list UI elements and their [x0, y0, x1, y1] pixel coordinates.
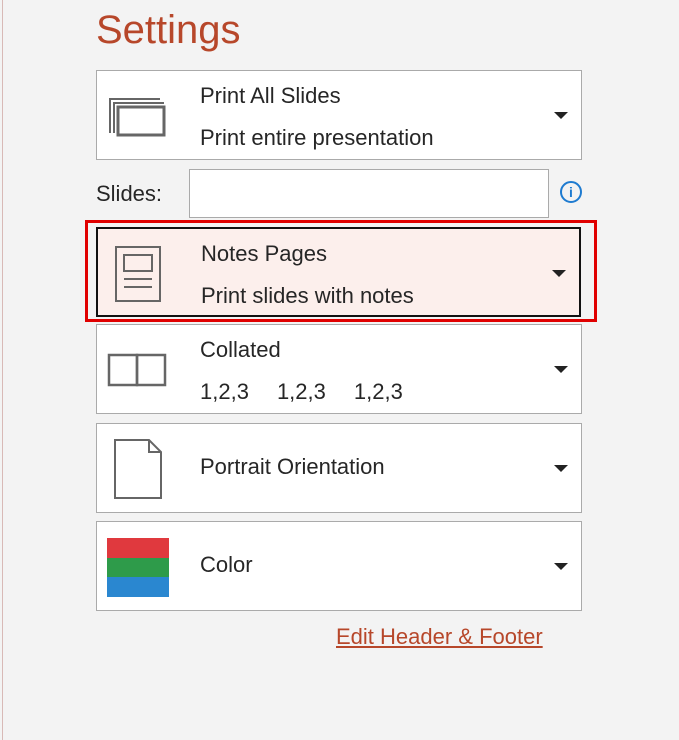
- color-swatch-icon: [107, 538, 169, 597]
- slides-input[interactable]: [189, 169, 549, 218]
- color-dropdown[interactable]: Color: [96, 521, 582, 611]
- sequence-item: 1,2,3: [200, 379, 249, 404]
- panel-divider: [2, 0, 3, 740]
- page-title: Settings: [96, 8, 241, 52]
- print-range-label: Print All Slides: [200, 83, 341, 108]
- edit-header-footer-link[interactable]: Edit Header & Footer: [336, 624, 543, 650]
- chevron-down-icon: [554, 465, 568, 472]
- color-label: Color: [200, 552, 253, 577]
- print-range-description: Print entire presentation: [200, 125, 434, 150]
- collation-sequence: 1,2,3 1,2,3 1,2,3: [200, 379, 431, 405]
- sequence-item: 1,2,3: [353, 379, 403, 404]
- all-slides-icon: [109, 98, 166, 137]
- chevron-down-icon: [554, 563, 568, 570]
- highlight-frame: [85, 220, 597, 322]
- sequence-item: 1,2,3: [276, 379, 326, 404]
- orientation-label: Portrait Orientation: [200, 454, 385, 479]
- collation-label: Collated: [200, 337, 281, 362]
- collated-icon: [107, 353, 167, 387]
- slides-label: Slides:: [96, 181, 163, 206]
- orientation-dropdown[interactable]: Portrait Orientation: [96, 423, 582, 513]
- chevron-down-icon: [554, 112, 568, 119]
- info-icon[interactable]: i: [560, 181, 582, 203]
- portrait-page-icon: [114, 439, 162, 499]
- collation-dropdown[interactable]: Collated 1,2,3 1,2,3 1,2,3: [96, 324, 582, 414]
- chevron-down-icon: [554, 366, 568, 373]
- print-range-dropdown[interactable]: Print All Slides Print entire presentati…: [96, 70, 582, 160]
